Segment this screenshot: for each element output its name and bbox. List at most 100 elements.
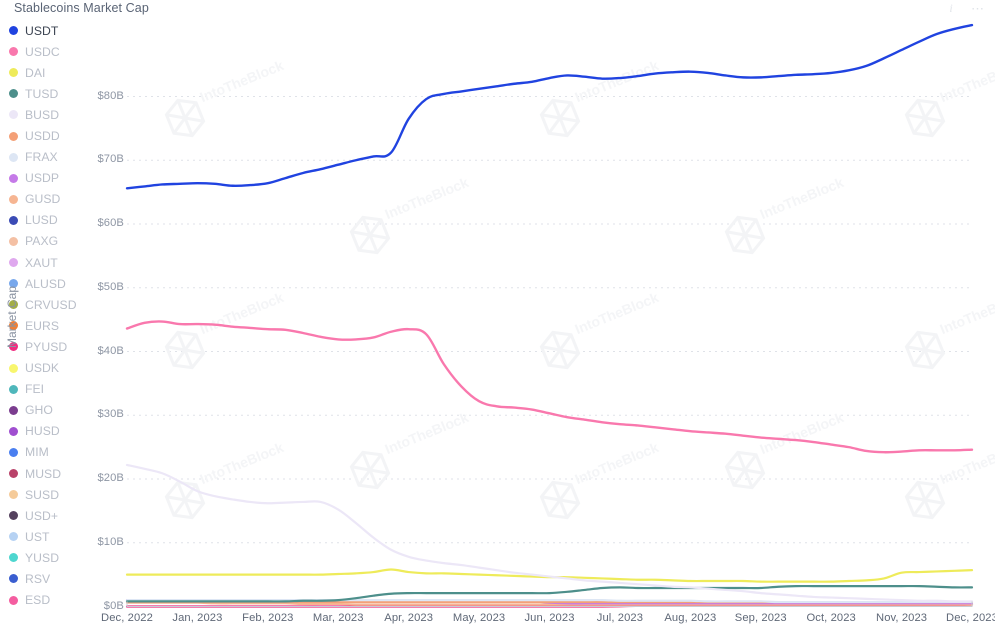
legend-item-mim[interactable]: MIM — [6, 442, 92, 463]
x-axis-tick-label: Feb, 2023 — [242, 612, 294, 624]
legend-item-label: FRAX — [25, 150, 58, 165]
legend-color-dot — [9, 447, 18, 457]
legend-item-label: GUSD — [25, 192, 61, 207]
series-line-usdc — [125, 320, 974, 454]
legend-item-busd[interactable]: BUSD — [6, 104, 92, 125]
legend-item-ust[interactable]: UST — [6, 526, 92, 547]
x-axis-tick-label: Oct, 2023 — [806, 612, 856, 624]
watermark: IntoTheBlock — [539, 289, 661, 370]
axis-baseline — [126, 601, 973, 607]
watermark: IntoTheBlock — [164, 57, 286, 138]
watermark: IntoTheBlock — [349, 409, 471, 490]
legend-color-dot — [9, 426, 18, 436]
chart-canvas: IntoTheBlock IntoTheBlock IntoTheBlock Into… — [125, 23, 995, 608]
legend-color-dot — [9, 68, 18, 78]
legend-item-label: PYUSD — [25, 339, 68, 354]
legend-item-label: GHO — [25, 403, 53, 418]
watermark: IntoTheBlock — [164, 439, 286, 520]
legend-item-usdk[interactable]: USDK — [6, 358, 92, 379]
legend-item-eurs[interactable]: EURS — [6, 315, 92, 336]
watermark: IntoTheBlock — [904, 439, 995, 520]
legend-item-pyusd[interactable]: PYUSD — [6, 336, 92, 357]
legend-item-tusd[interactable]: TUSD — [6, 83, 92, 104]
header-icons: i ⋯ — [945, 2, 985, 15]
x-axis-tick-label: May, 2023 — [452, 612, 506, 624]
legend-color-dot — [9, 490, 18, 500]
svg-text:IntoTheBlock: IntoTheBlock — [938, 57, 995, 105]
legend-item-label: USDP — [25, 171, 60, 186]
more-options-icon[interactable]: ⋯ — [971, 2, 985, 15]
legend-item-xaut[interactable]: XAUT — [6, 252, 92, 273]
legend-item-esd[interactable]: ESD — [6, 590, 92, 611]
svg-text:IntoTheBlock: IntoTheBlock — [758, 174, 846, 222]
legend-color-dot — [9, 258, 18, 268]
watermark: IntoTheBlock — [539, 439, 661, 520]
legend-item-label: ESD — [25, 593, 51, 608]
legend-item-usdp[interactable]: USDP — [6, 168, 92, 189]
legend-item-label: RSV — [25, 571, 51, 586]
legend-item-label: ALUSD — [25, 276, 66, 291]
legend-item-yusd[interactable]: YUSD — [6, 547, 92, 568]
watermark: IntoTheBlock — [349, 174, 471, 255]
svg-text:IntoTheBlock: IntoTheBlock — [198, 289, 286, 337]
svg-text:IntoTheBlock: IntoTheBlock — [383, 409, 471, 457]
legend-item-gusd[interactable]: GUSD — [6, 189, 92, 210]
legend-item-crvusd[interactable]: CRVUSD — [6, 294, 92, 315]
series-line-dai — [125, 568, 974, 583]
legend-item-label: USDD — [25, 129, 60, 144]
x-axis-tick-label: Jan, 2023 — [172, 612, 223, 624]
legend-item-usdd[interactable]: USDD — [6, 125, 92, 146]
legend-item-gho[interactable]: GHO — [6, 400, 92, 421]
legend-item-label: UST — [25, 529, 50, 544]
watermark: IntoTheBlock — [539, 57, 661, 138]
legend-item-husd[interactable]: HUSD — [6, 421, 92, 442]
legend-color-dot — [9, 321, 18, 331]
legend-color-dot — [9, 595, 18, 605]
legend-color-dot — [9, 532, 18, 542]
svg-text:IntoTheBlock: IntoTheBlock — [383, 174, 471, 222]
legend-color-dot — [9, 279, 18, 289]
watermark: IntoTheBlock — [164, 289, 286, 370]
series-line-frax — [125, 598, 974, 604]
legend-item-fei[interactable]: FEI — [6, 379, 92, 400]
legend-item-usdplus[interactable]: USD+ — [6, 505, 92, 526]
legend-item-paxg[interactable]: PAXG — [6, 231, 92, 252]
legend-item-frax[interactable]: FRAX — [6, 147, 92, 168]
legend-item-rsv[interactable]: RSV — [6, 568, 92, 589]
legend-color-dot — [9, 194, 18, 204]
x-axis-tick-label: Nov, 2023 — [876, 612, 928, 624]
legend-color-dot — [9, 131, 18, 141]
x-axis-tick-label: Dec, 2023 — [946, 612, 995, 624]
x-axis-tick-label: Apr, 2023 — [384, 612, 434, 624]
legend-color-dot — [9, 363, 18, 373]
legend-color-dot — [9, 405, 18, 415]
legend-item-dai[interactable]: DAI — [6, 62, 92, 83]
watermark: IntoTheBlock — [724, 174, 846, 255]
legend-color-dot — [9, 236, 18, 246]
legend-item-label: CRVUSD — [25, 297, 77, 312]
series-line-usdt — [125, 23, 974, 190]
legend-item-alusd[interactable]: ALUSD — [6, 273, 92, 294]
legend-item-usdc[interactable]: USDC — [6, 41, 92, 62]
legend-item-label: FEI — [25, 382, 45, 397]
info-icon[interactable]: i — [945, 2, 957, 15]
svg-text:IntoTheBlock: IntoTheBlock — [198, 439, 286, 487]
legend-color-dot — [9, 152, 18, 162]
legend-item-lusd[interactable]: LUSD — [6, 210, 92, 231]
legend-item-label: YUSD — [25, 550, 60, 565]
legend-item-musd[interactable]: MUSD — [6, 463, 92, 484]
legend-color-dot — [9, 26, 18, 36]
series-line-tusd — [125, 584, 974, 603]
legend-item-label: EURS — [25, 318, 60, 333]
legend-item-usdt[interactable]: USDT — [6, 20, 92, 41]
x-axis-tick-label: Jun, 2023 — [524, 612, 575, 624]
svg-text:IntoTheBlock: IntoTheBlock — [198, 57, 286, 105]
legend-item-label: USDT — [25, 23, 59, 38]
legend-color-dot — [9, 574, 18, 584]
legend-item-susd[interactable]: SUSD — [6, 484, 92, 505]
svg-text:IntoTheBlock: IntoTheBlock — [938, 439, 995, 487]
legend-item-label: LUSD — [25, 213, 58, 228]
legend-item-label: HUSD — [25, 424, 60, 439]
legend-color-dot — [9, 384, 18, 394]
svg-text:IntoTheBlock: IntoTheBlock — [758, 409, 846, 457]
